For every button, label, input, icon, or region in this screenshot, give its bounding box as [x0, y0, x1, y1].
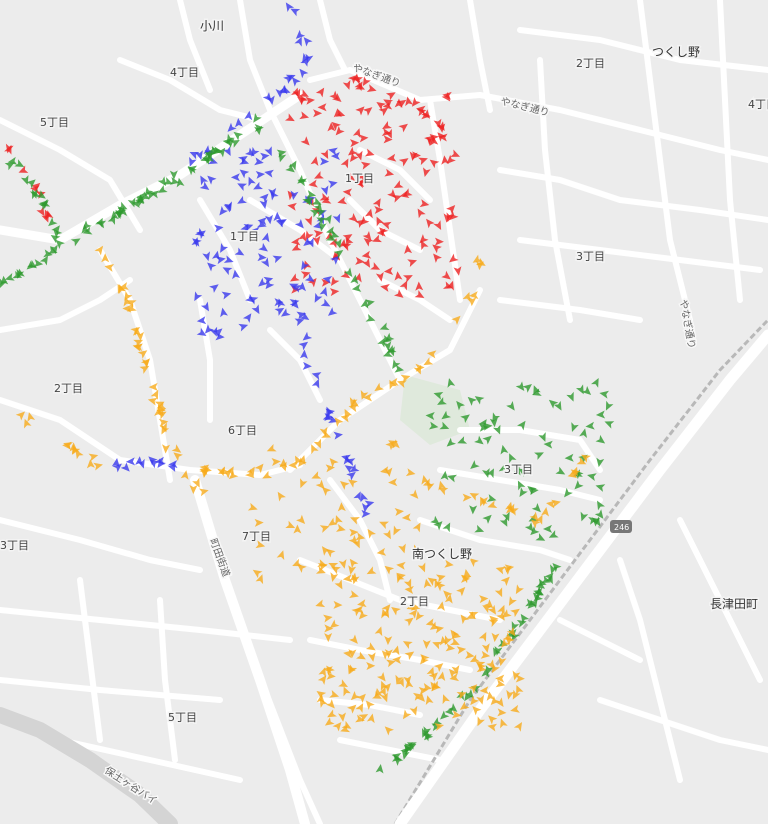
label-ogawa: 小川	[200, 19, 224, 33]
label-minami-tsukushino: 南つくし野	[412, 546, 472, 561]
label-chome-3c: 3丁目	[0, 539, 29, 552]
label-chome-1b: 1丁目	[230, 230, 259, 243]
label-chome-5b: 5丁目	[168, 711, 197, 724]
label-tsukushino: つくし野	[652, 45, 700, 59]
label-chome-2a: 2丁目	[576, 57, 605, 70]
map-canvas[interactable]: 小川 つくし野 南つくし野 長津田町 1丁目 1丁目 2丁目 2丁目 2丁目 3…	[0, 0, 768, 824]
label-chome-4b: 4丁目	[748, 98, 768, 111]
label-chome-7: 7丁目	[242, 530, 271, 543]
label-chome-2c: 2丁目	[400, 595, 429, 608]
label-chome-5a: 5丁目	[40, 116, 69, 129]
label-chome-2b: 2丁目	[54, 382, 83, 395]
label-chome-1a: 1丁目	[345, 172, 374, 185]
label-chome-6: 6丁目	[228, 424, 257, 437]
label-chome-3b: 3丁目	[504, 463, 533, 476]
label-chome-3a: 3丁目	[576, 250, 605, 263]
map-view[interactable]: 小川 つくし野 南つくし野 長津田町 1丁目 1丁目 2丁目 2丁目 2丁目 3…	[0, 0, 768, 824]
route-246-shield-icon: 246	[610, 520, 632, 533]
route-246-number: 246	[614, 523, 629, 532]
label-nagatsuta: 長津田町	[710, 597, 758, 611]
label-chome-4a: 4丁目	[170, 66, 199, 79]
